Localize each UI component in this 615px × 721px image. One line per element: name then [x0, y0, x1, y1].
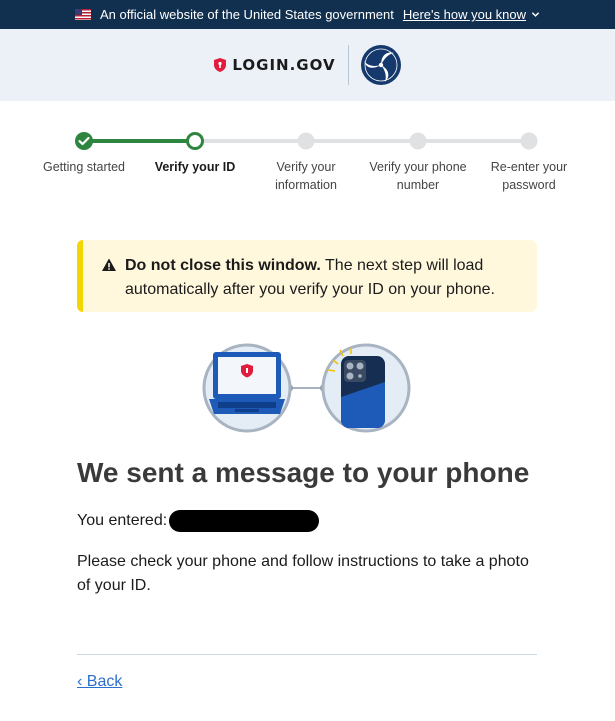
step-label-verify-phone: Verify your phone number — [369, 160, 467, 192]
step-complete-check-icon — [75, 132, 93, 150]
instructions-text: Please check your phone and follow instr… — [77, 553, 529, 594]
header-divider — [347, 45, 349, 85]
login-gov-logo[interactable]: LOGIN.GOV — [214, 56, 335, 74]
step-label-getting-started: Getting started — [43, 160, 125, 174]
step-current-icon — [186, 132, 204, 150]
site-header: LOGIN.GOV — [0, 29, 615, 101]
shield-icon — [214, 58, 227, 72]
page-title: We sent a message to your phone — [77, 457, 530, 488]
alert-bold-text: Do not close this window. — [125, 257, 321, 274]
chevron-down-icon — [531, 12, 540, 17]
heres-how-you-know-link[interactable]: Here's how you know — [403, 7, 540, 22]
heres-how-you-know-label: Here's how you know — [402, 7, 527, 22]
step-connector-3 — [306, 139, 418, 143]
step-label-verify-information: Verify your information — [275, 160, 337, 192]
alert-message: Do not close this window. The next step … — [125, 254, 517, 312]
step-indicator: Getting started Verify your ID Verify yo… — [28, 131, 584, 201]
warning-alert: Do not close this window. The next step … — [77, 240, 537, 312]
redacted-phone-number — [169, 510, 320, 532]
dot-triskelion-logo-icon — [360, 45, 401, 85]
step-label-verify-id: Verify your ID — [154, 160, 236, 174]
step-connector-4 — [418, 139, 529, 143]
gov-banner: An official website of the United States… — [0, 0, 615, 29]
warning-icon — [102, 258, 116, 271]
step-label-reenter-password: Re-enter your password — [490, 160, 568, 192]
us-flag-icon — [74, 9, 91, 20]
step-connector-2 — [195, 139, 306, 143]
entered-label: You entered: — [77, 512, 168, 529]
gov-banner-text: An official website of the United States… — [99, 7, 394, 22]
step-incomplete-icon — [297, 132, 315, 150]
step-incomplete-icon — [409, 132, 427, 150]
logo-text: LOGIN.GOV — [232, 56, 336, 74]
content-divider — [77, 654, 537, 655]
laptop-to-phone-illustration — [202, 343, 411, 433]
step-connector-1 — [84, 139, 195, 143]
step-incomplete-icon — [520, 132, 538, 150]
back-link[interactable]: ‹ Back — [77, 673, 122, 691]
entered-phone-row: You entered: — [77, 510, 320, 532]
